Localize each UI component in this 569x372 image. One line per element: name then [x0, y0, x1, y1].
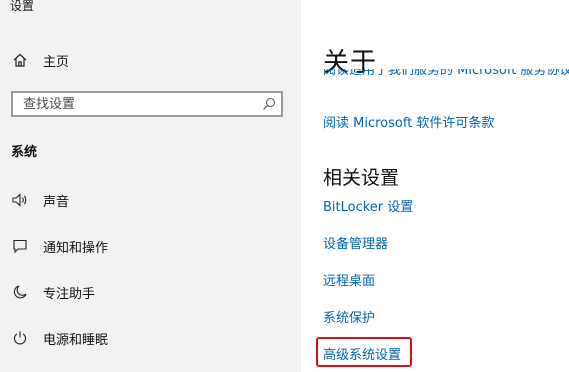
- sidebar: 设置 主页 系统 声音 通知和操作 专注助手 电源和睡眠: [0, 0, 301, 372]
- nav-item-home[interactable]: 主页: [0, 44, 301, 76]
- search-input[interactable]: [13, 93, 263, 115]
- nav-label-sound: 声音: [43, 194, 70, 210]
- moon-icon: [11, 283, 29, 301]
- nav-label-power-sleep: 电源和睡眠: [43, 332, 109, 348]
- license-terms-link[interactable]: 阅读 Microsoft 软件许可条款: [323, 112, 494, 131]
- nav-item-sound[interactable]: 声音: [0, 184, 301, 216]
- nav-item-focus-assist[interactable]: 专注助手: [0, 276, 301, 308]
- remote-desktop-link[interactable]: 远程桌面: [323, 270, 375, 289]
- services-agreement-text: 阅读适用于我们服务的 Microsoft 服务协议: [323, 69, 569, 78]
- nav-label-focus-assist: 专注助手: [43, 286, 96, 302]
- device-manager-link[interactable]: 设备管理器: [323, 233, 388, 252]
- notification-icon: [11, 237, 29, 255]
- services-agreement-link[interactable]: 阅读适用于我们服务的 Microsoft 服务协议: [323, 69, 569, 81]
- section-label-system: 系统: [11, 145, 38, 160]
- system-protection-link[interactable]: 系统保护: [323, 307, 375, 326]
- search-box[interactable]: [11, 91, 283, 117]
- nav-item-notifications[interactable]: 通知和操作: [0, 230, 301, 262]
- nav-label-notifications: 通知和操作: [43, 240, 109, 256]
- speaker-icon: [11, 191, 29, 209]
- home-icon: [11, 51, 29, 69]
- related-settings-heading: 相关设置: [323, 167, 400, 189]
- bitlocker-settings-link[interactable]: BitLocker 设置: [323, 196, 413, 215]
- app-title: 设置: [10, 0, 35, 13]
- nav-item-power-sleep[interactable]: 电源和睡眠: [0, 322, 301, 354]
- power-icon: [11, 329, 29, 347]
- nav-label-home: 主页: [43, 54, 70, 70]
- highlight-box: [316, 337, 412, 367]
- main-content: 关于 阅读适用于我们服务的 Microsoft 服务协议 阅读 Microsof…: [301, 0, 569, 372]
- search-icon[interactable]: [261, 96, 277, 112]
